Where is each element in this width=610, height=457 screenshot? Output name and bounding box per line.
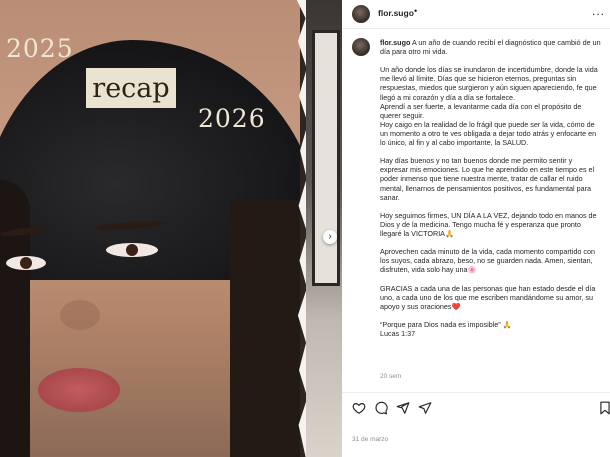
hair-right (230, 200, 300, 457)
avatar[interactable] (352, 5, 370, 23)
left-eye (6, 256, 46, 270)
heart-icon[interactable] (352, 401, 366, 415)
header-separator: • (414, 6, 418, 16)
post-date: 31 de marzo (352, 436, 389, 443)
caption-paragraph: “Porque para Dios nada es imposible” 🙏 L… (380, 319, 512, 338)
next-arrow-icon[interactable]: › (323, 230, 337, 244)
caption-paragraph: GRACIAS a cada una de las personas que h… (380, 283, 596, 311)
caption-text: A un año de cuando recibí el diagnóstico… (380, 38, 601, 57)
portrait-photo: 2025 recap 2026 (0, 0, 300, 457)
post-header: flor.sugo • ... (342, 0, 610, 29)
header-username[interactable]: flor.sugo (378, 8, 414, 18)
caption-paragraph: Hay días buenos y no tan buenos donde me… (380, 156, 595, 202)
caption-paragraph: Un año donde los días se inundaron de in… (380, 65, 598, 148)
caption-username[interactable]: flor.sugo (380, 38, 410, 47)
recap-label: recap (92, 73, 170, 104)
year-2026-label: 2026 (198, 104, 266, 133)
year-2025-label: 2025 (6, 34, 74, 63)
window-frame (312, 30, 340, 286)
hair-left (0, 180, 30, 457)
bookmark-icon[interactable] (598, 401, 610, 415)
post-time-ago[interactable]: 20 sem (380, 373, 401, 380)
post-media: 2025 recap 2026 › (0, 0, 342, 457)
lips (38, 368, 120, 412)
action-bar (342, 392, 610, 423)
right-eye (106, 243, 158, 257)
caption-paragraph: Hoy seguimos firmes, UN DÍA A LA VEZ, de… (380, 210, 597, 238)
post-caption: flor.sugo A un año de cuando recibí el d… (380, 38, 602, 347)
caption-avatar[interactable] (352, 38, 370, 56)
comment-icon[interactable] (374, 401, 388, 415)
share-icon[interactable] (396, 401, 410, 415)
caption-paragraph: flor.sugo A un año de cuando recibí el d… (380, 38, 602, 56)
share-arrow-icon[interactable] (418, 401, 432, 415)
post-panel: flor.sugo • ... flor.sugo A un año de cu… (342, 0, 610, 457)
recap-label-box: recap (86, 68, 176, 108)
nose (60, 300, 100, 330)
caption-paragraph: Aprovechen cada minuto de la vida, cada … (380, 247, 595, 275)
more-options-icon[interactable]: ... (592, 4, 605, 18)
